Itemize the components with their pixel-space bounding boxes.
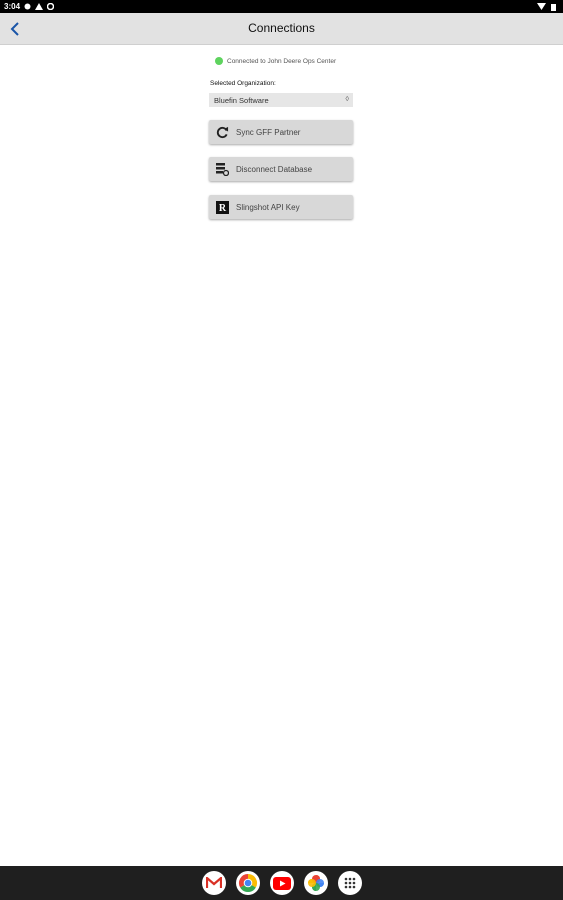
organization-select[interactable]: Bluefin Software ◊ <box>209 93 353 107</box>
page-title: Connections <box>248 21 315 35</box>
status-indicator-icon <box>215 57 223 65</box>
gmail-icon[interactable] <box>201 871 226 895</box>
notification-dot-icon <box>24 3 31 10</box>
organization-label: Selected Organization: <box>210 80 276 87</box>
sync-status-icon <box>47 3 55 10</box>
status-time: 3:04 <box>4 2 21 11</box>
connection-status-text: Connected to John Deere Ops Center <box>227 57 337 65</box>
svg-text:R: R <box>218 203 226 214</box>
app-drawer-icon[interactable] <box>337 871 362 895</box>
slingshot-api-key-label: Slingshot API Key <box>236 202 300 212</box>
connection-status: Connected to John Deere Ops Center <box>215 57 336 65</box>
database-disconnect-icon <box>215 162 229 176</box>
battery-icon <box>551 3 556 11</box>
chrome-icon[interactable] <box>235 871 260 895</box>
disconnect-database-button[interactable]: Disconnect Database <box>209 157 353 181</box>
sync-gff-partner-label: Sync GFF Partner <box>236 127 301 137</box>
sync-gff-partner-button[interactable]: Sync GFF Partner <box>209 120 353 144</box>
youtube-icon[interactable] <box>269 871 294 895</box>
slingshot-api-key-button[interactable]: R Slingshot API Key <box>209 195 353 219</box>
disconnect-database-label: Disconnect Database <box>236 164 313 174</box>
wifi-icon <box>537 3 546 10</box>
slingshot-r-icon: R <box>215 200 229 214</box>
sync-icon <box>215 125 229 139</box>
photos-icon[interactable] <box>303 871 328 895</box>
organization-value: Bluefin Software <box>214 95 269 105</box>
app-header: Connections <box>0 13 563 45</box>
status-bar: 3:04 <box>0 0 563 13</box>
dropdown-icon: ◊ <box>345 96 349 103</box>
app-dock <box>0 866 563 900</box>
warning-icon <box>35 3 44 10</box>
